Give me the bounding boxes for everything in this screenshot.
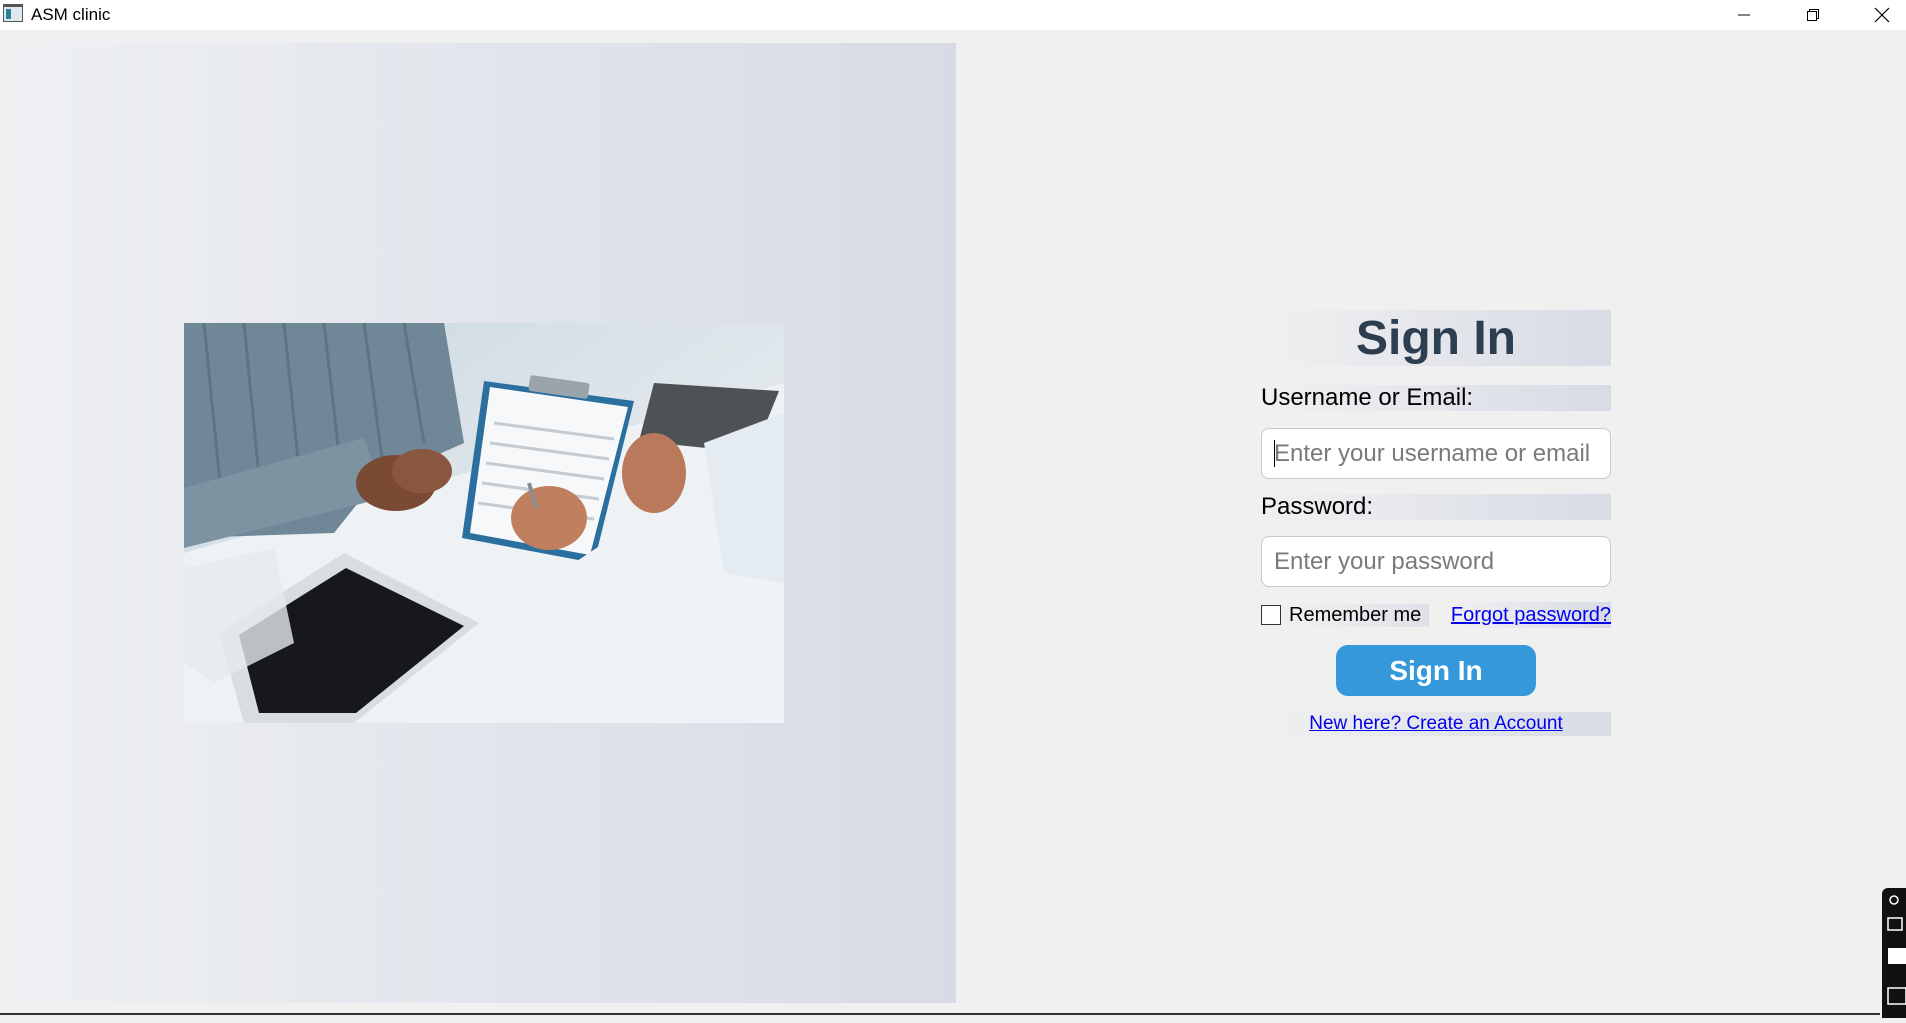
- minimize-icon: [1738, 14, 1750, 16]
- username-input[interactable]: [1261, 428, 1611, 479]
- remember-me-checkbox[interactable]: [1261, 605, 1281, 625]
- password-input[interactable]: [1261, 536, 1611, 587]
- password-label: Password:: [1261, 494, 1611, 520]
- username-label: Username or Email:: [1261, 385, 1611, 411]
- app-icon: [3, 4, 23, 22]
- remember-me-label[interactable]: Remember me: [1289, 603, 1430, 627]
- form-title: Sign In: [1261, 310, 1611, 366]
- remember-me-row: Remember me: [1261, 602, 1430, 628]
- floating-toolbar-widget[interactable]: [1882, 888, 1906, 1018]
- restore-button[interactable]: [1779, 0, 1847, 30]
- window-bottom-edge: [0, 1013, 1880, 1015]
- hero-panel: [13, 43, 956, 1003]
- close-icon: [1874, 7, 1890, 23]
- window-title: ASM clinic: [31, 5, 111, 24]
- close-button[interactable]: [1848, 0, 1906, 30]
- doctor-patient-consultation-photo: [184, 323, 784, 723]
- minimize-button[interactable]: [1710, 0, 1778, 30]
- sign-in-button[interactable]: Sign In: [1336, 645, 1536, 696]
- create-account-link[interactable]: New here? Create an Account: [1309, 713, 1563, 734]
- create-account-row: New here? Create an Account: [1261, 712, 1611, 736]
- text-caret: [1274, 440, 1275, 467]
- restore-icon: [1807, 9, 1819, 21]
- window-titlebar: ASM clinic: [0, 0, 1906, 30]
- forgot-password-link[interactable]: Forgot password?: [1449, 602, 1611, 628]
